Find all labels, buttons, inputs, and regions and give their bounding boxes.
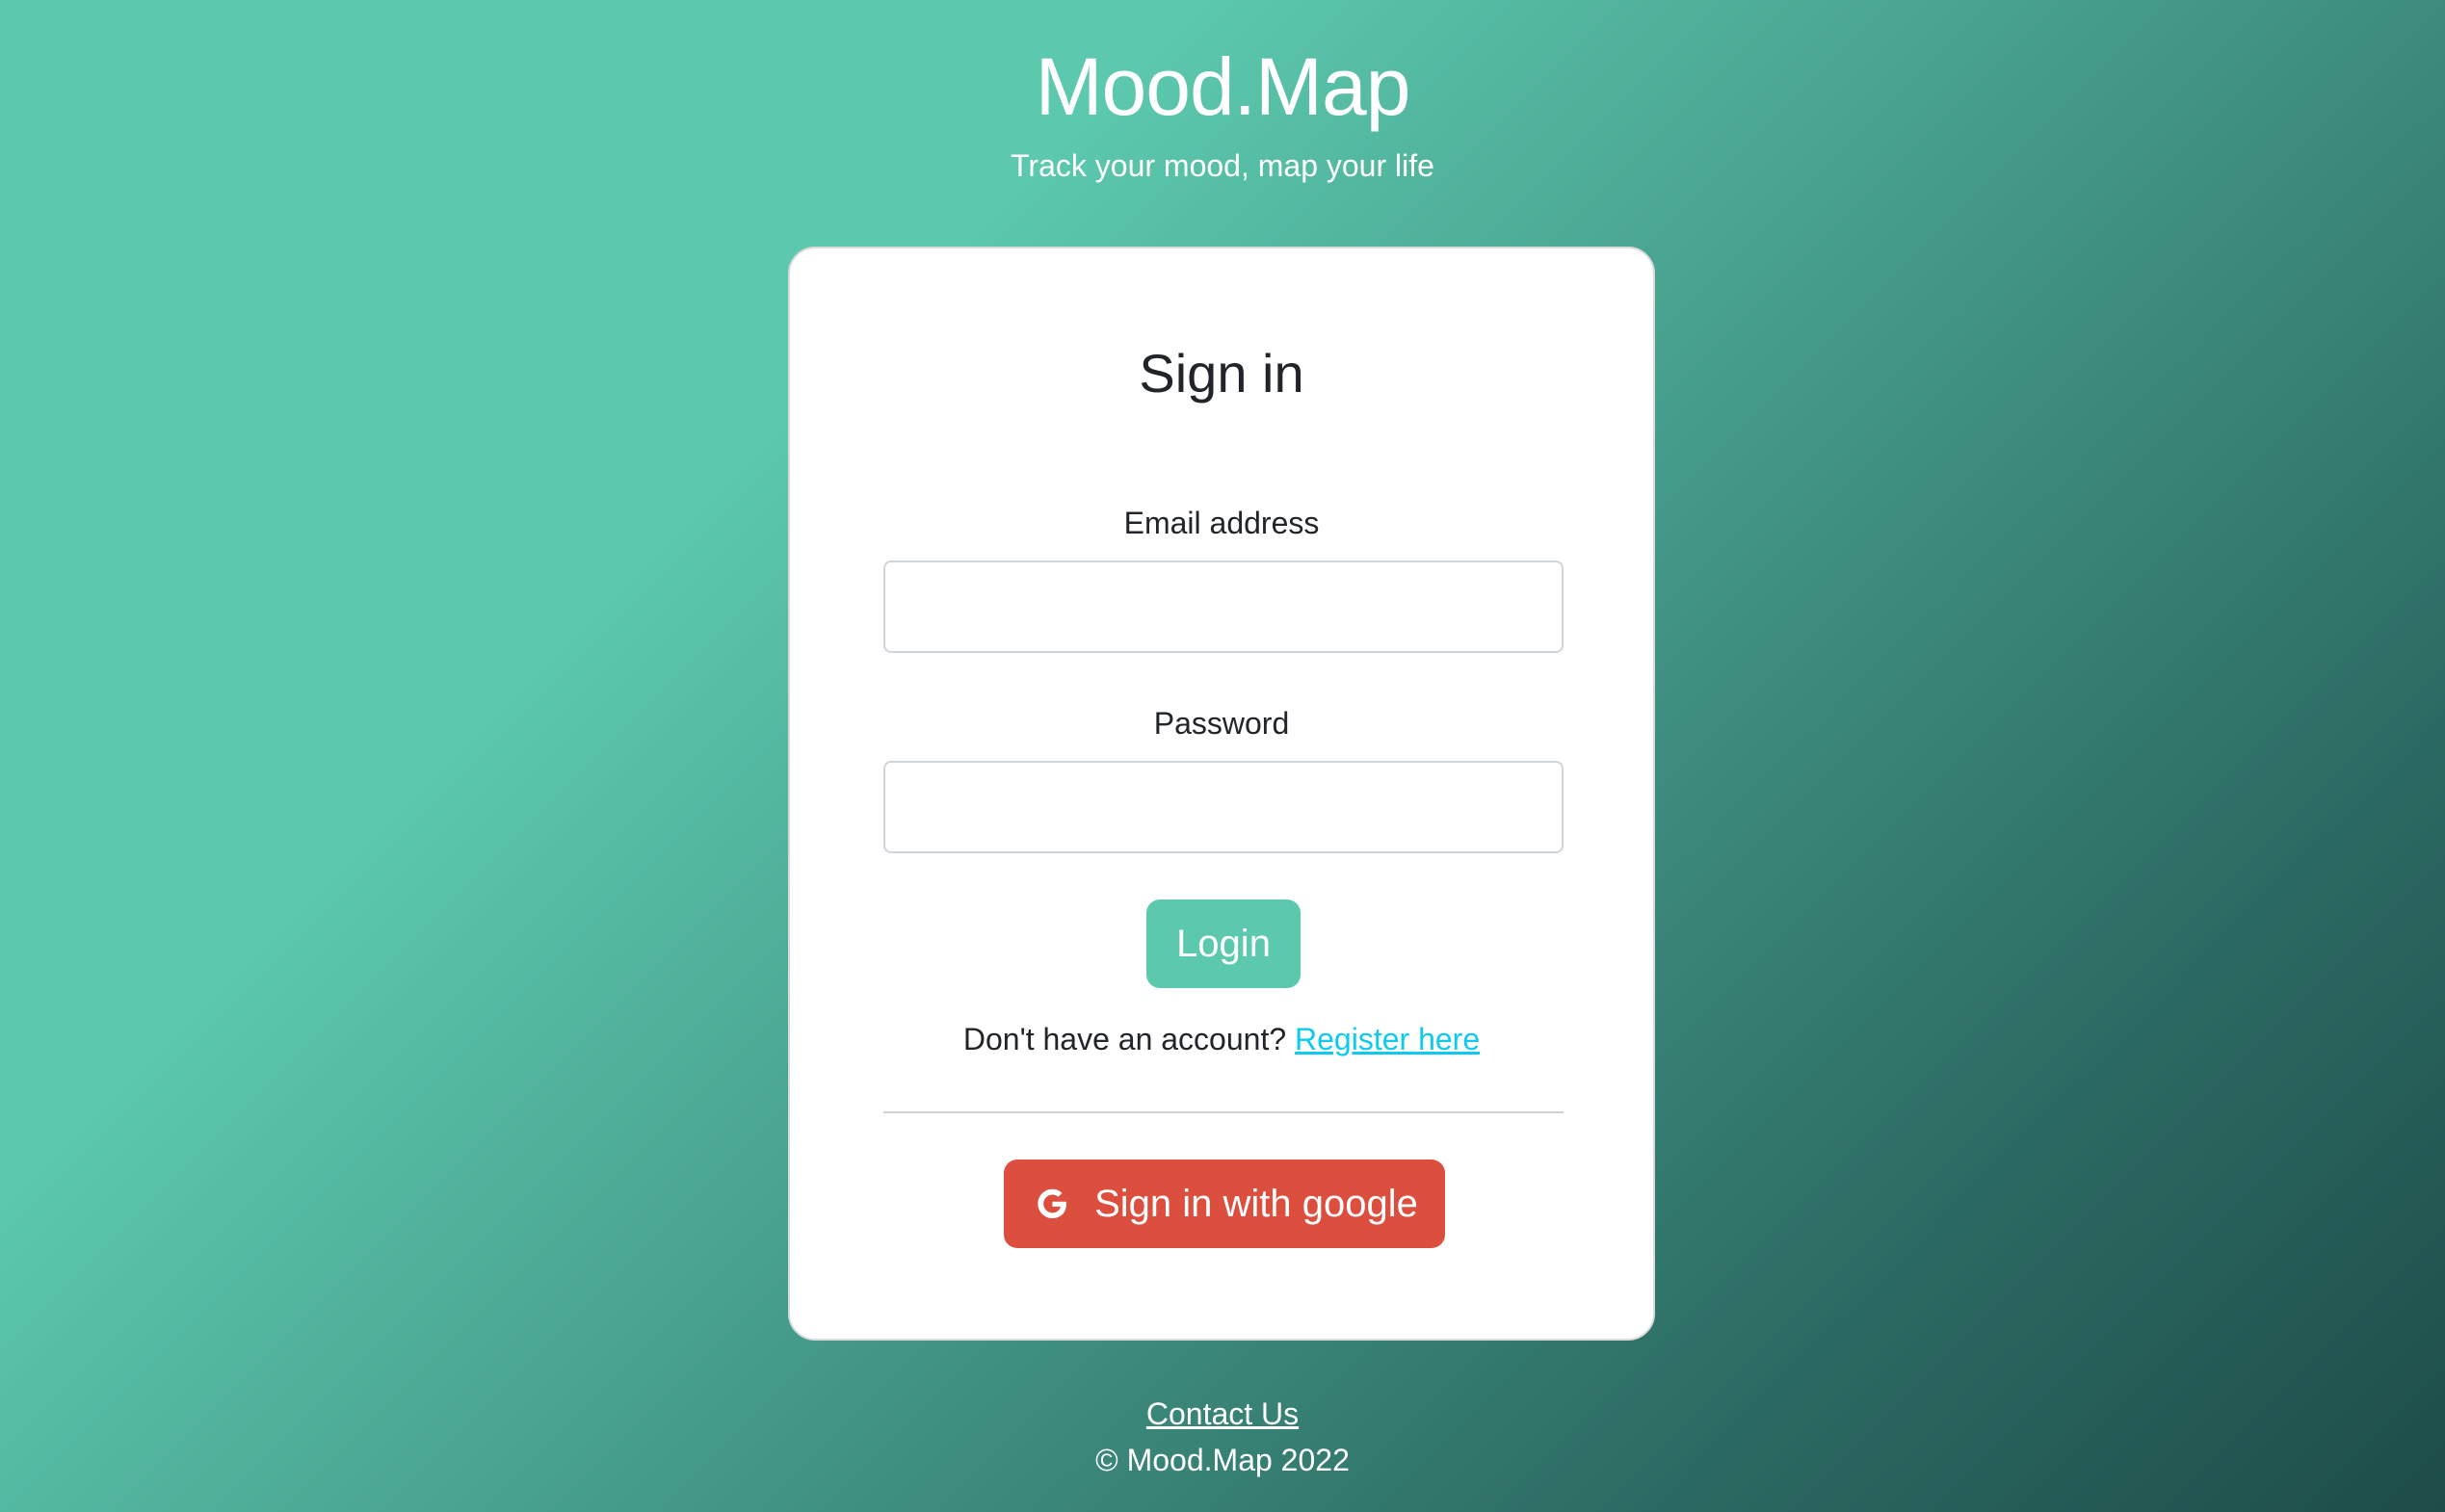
divider (883, 1111, 1564, 1113)
contact-us-link[interactable]: Contact Us (1146, 1396, 1299, 1431)
register-prompt: Don't have an account? Register here (790, 1021, 1653, 1057)
copyright-text: © Mood.Map 2022 (1095, 1443, 1350, 1477)
page-header: Mood.Map Track your mood, map your life (0, 39, 2445, 184)
signin-card: Sign in Email address Password Login Don… (788, 247, 1655, 1341)
google-signin-label: Sign in with google (1094, 1182, 1418, 1225)
signin-title: Sign in (1139, 343, 1304, 404)
password-label: Password (1153, 706, 1290, 741)
page-footer: Contact Us © Mood.Map 2022 (0, 1391, 2445, 1483)
google-g-icon (1031, 1183, 1073, 1225)
email-field[interactable] (883, 560, 1564, 653)
register-link[interactable]: Register here (1295, 1022, 1480, 1056)
app-tagline: Track your mood, map your life (1011, 147, 1434, 183)
password-field[interactable] (883, 761, 1564, 853)
login-button[interactable]: Login (1146, 899, 1301, 988)
app-title: Mood.Map (1035, 41, 1411, 132)
no-account-text: Don't have an account? (962, 1022, 1287, 1056)
email-label: Email address (1123, 506, 1320, 540)
google-signin-button[interactable]: Sign in with google (1004, 1160, 1445, 1248)
